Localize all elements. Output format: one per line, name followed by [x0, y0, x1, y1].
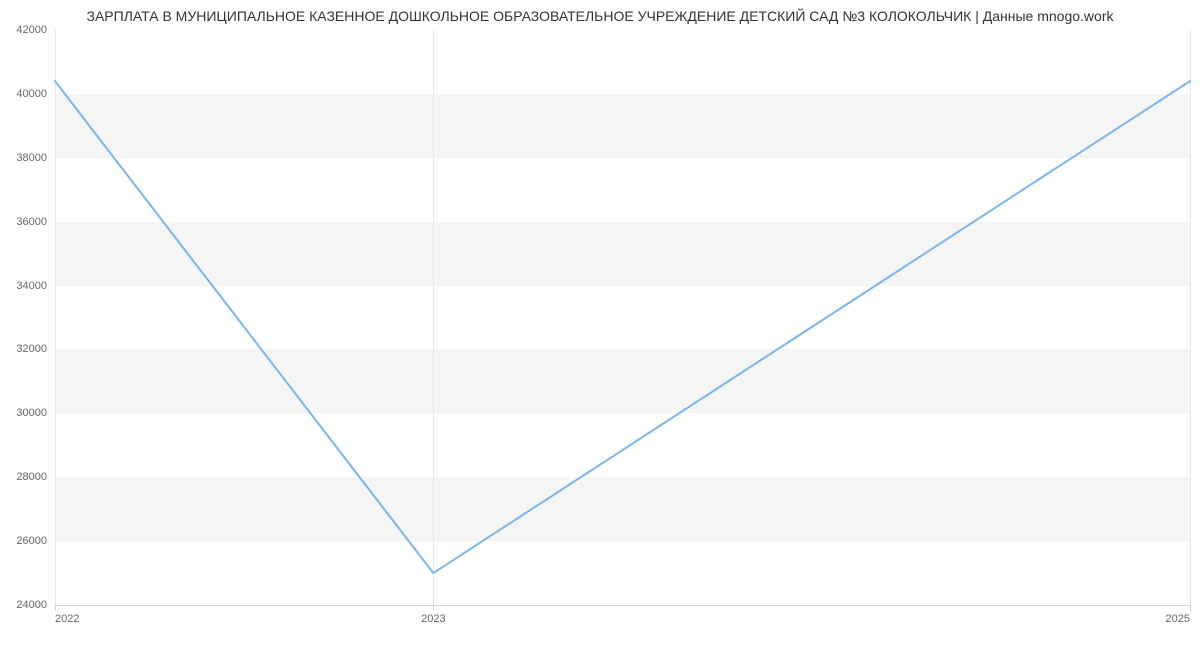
x-tick-label: 2022	[55, 613, 79, 625]
x-axis-line	[55, 605, 1190, 606]
y-tick-label: 42000	[16, 24, 47, 36]
chart-container: ЗАРПЛАТА В МУНИЦИПАЛЬНОЕ КАЗЕННОЕ ДОШКОЛ…	[0, 0, 1200, 650]
y-tick-label: 38000	[16, 152, 47, 164]
chart-title: ЗАРПЛАТА В МУНИЦИПАЛЬНОЕ КАЗЕННОЕ ДОШКОЛ…	[0, 8, 1200, 24]
y-tick-label: 40000	[16, 88, 47, 100]
y-tick-label: 36000	[16, 216, 47, 228]
series-line	[55, 81, 1190, 573]
y-tick-label: 28000	[16, 471, 47, 483]
y-tick-label: 34000	[16, 280, 47, 292]
plot-area: 2400026000280003000032000340003600038000…	[55, 30, 1190, 605]
x-tick-label: 2023	[421, 613, 445, 625]
x-tick-mark	[1190, 605, 1191, 611]
x-gridline	[1190, 30, 1191, 605]
line-layer	[55, 30, 1190, 605]
y-tick-label: 32000	[16, 343, 47, 355]
y-tick-label: 26000	[16, 535, 47, 547]
x-tick-mark	[433, 605, 434, 611]
x-tick-label: 2025	[1166, 613, 1190, 625]
x-tick-mark	[55, 605, 56, 611]
y-tick-label: 24000	[16, 599, 47, 611]
y-tick-label: 30000	[16, 407, 47, 419]
